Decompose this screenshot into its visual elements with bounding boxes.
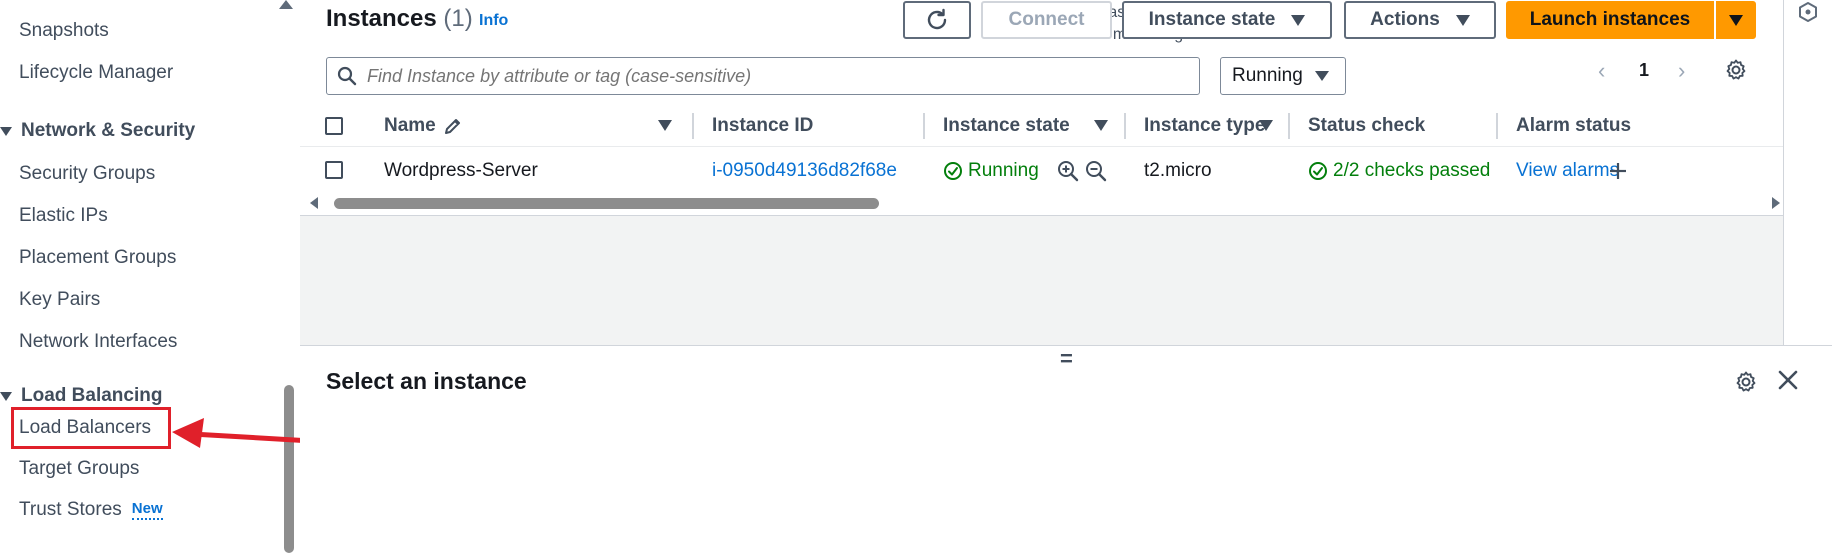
sort-indicator-icon[interactable]	[1094, 120, 1108, 131]
table-horizontal-scrollbar[interactable]	[310, 194, 1780, 212]
add-alarm-plus-icon[interactable]	[1609, 162, 1627, 180]
column-header-instance-type[interactable]: Instance type	[1144, 115, 1265, 137]
sidebar-item-security-groups[interactable]: Security Groups	[19, 163, 155, 185]
success-check-icon	[944, 162, 962, 180]
content-divider	[1783, 0, 1784, 345]
column-header-label: Name	[384, 115, 436, 136]
select-all-checkbox[interactable]	[325, 117, 343, 135]
panel-title: Select an instance	[326, 368, 527, 394]
caret-down-icon	[0, 126, 12, 136]
panel-resize-handle[interactable]: =	[1060, 348, 1073, 370]
instance-state-filter[interactable]: Running	[1220, 57, 1346, 95]
info-link[interactable]: Info	[479, 12, 508, 30]
actions-dropdown[interactable]: Actions	[1344, 1, 1496, 39]
edit-pencil-icon	[444, 119, 460, 134]
column-resizer[interactable]	[1124, 113, 1126, 139]
page-title-text: Instances	[326, 5, 437, 32]
column-header-name[interactable]: Name	[384, 115, 464, 137]
sidebar-item-snapshots[interactable]: Snapshots	[19, 20, 109, 42]
connect-button[interactable]: Connect	[981, 1, 1112, 39]
caret-down-icon	[1291, 14, 1306, 26]
column-header-status-check[interactable]: Status check	[1308, 115, 1425, 137]
column-header-alarm-status[interactable]: Alarm status	[1516, 115, 1631, 137]
sidebar-item-placement-groups[interactable]: Placement Groups	[19, 247, 176, 269]
status-check-label: 2/2 checks passed	[1333, 160, 1491, 181]
sidebar-item-key-pairs[interactable]: Key Pairs	[19, 289, 100, 311]
gear-icon	[1726, 59, 1746, 80]
caret-down-icon	[1314, 71, 1329, 81]
instance-details-panel: = Select an instance	[300, 345, 1832, 553]
refresh-icon	[927, 8, 947, 30]
cell-instance-state: Running	[943, 160, 1039, 182]
sidebar-section-network-security[interactable]: Network & Security	[0, 120, 195, 142]
horizontal-scrollbar-thumb[interactable]	[334, 198, 879, 209]
table-row[interactable]: Wordpress-Server i-0950d49136d82f68e Run…	[300, 148, 1783, 192]
column-resizer[interactable]	[692, 113, 694, 139]
sidebar-section-label: Load Balancing	[21, 385, 163, 406]
caret-down-icon	[1455, 14, 1470, 26]
search-field[interactable]	[326, 57, 1200, 95]
sidebar: Snapshots Lifecycle Manager Network & Se…	[0, 0, 300, 553]
launch-instances-dropdown[interactable]	[1716, 1, 1756, 39]
sidebar-item-label: Trust Stores	[19, 499, 122, 520]
table-preferences-button[interactable]	[1724, 58, 1748, 87]
sidebar-item-trust-stores[interactable]: Trust Stores New	[19, 499, 163, 521]
sidebar-item-lifecycle-manager[interactable]: Lifecycle Manager	[19, 62, 173, 84]
sort-indicator-icon[interactable]	[1259, 120, 1273, 131]
column-header-instance-state[interactable]: Instance state	[943, 115, 1070, 137]
caret-down-icon	[1729, 14, 1743, 26]
cell-name: Wordpress-Server	[384, 160, 538, 181]
cell-status-check: 2/2 checks passed	[1308, 160, 1490, 182]
search-input[interactable]	[367, 65, 1187, 87]
zoom-out-icon[interactable]	[1085, 160, 1107, 182]
cell-instance-type: t2.micro	[1144, 160, 1212, 181]
state-label: Running	[968, 160, 1039, 181]
close-icon	[1778, 370, 1798, 390]
scroll-up-arrow-icon[interactable]	[279, 0, 293, 9]
instance-count: (1)	[443, 5, 473, 32]
scroll-right-arrow-icon[interactable]	[1772, 197, 1780, 209]
table-empty-area	[300, 215, 1783, 345]
page-title: Instances (1)	[326, 5, 473, 33]
sidebar-section-label: Network & Security	[21, 120, 196, 141]
panel-preferences-button[interactable]	[1734, 370, 1758, 399]
instance-state-label: Instance state	[1148, 9, 1276, 30]
sort-indicator-icon[interactable]	[658, 120, 672, 131]
refresh-button[interactable]	[903, 1, 971, 39]
zoom-in-icon[interactable]	[1057, 160, 1079, 182]
help-panel-icon[interactable]	[1797, 1, 1819, 25]
current-page-number[interactable]: 1	[1639, 60, 1649, 81]
sidebar-item-target-groups[interactable]: Target Groups	[19, 458, 139, 480]
launch-instances-button[interactable]: Launch instances	[1506, 1, 1714, 39]
new-badge: New	[131, 500, 163, 520]
view-alarms-link[interactable]: View alarms	[1516, 160, 1619, 182]
success-check-icon	[1309, 162, 1327, 180]
gear-icon	[1736, 371, 1756, 392]
column-resizer[interactable]	[923, 113, 925, 139]
column-resizer[interactable]	[1288, 113, 1290, 139]
next-page-button[interactable]: ›	[1678, 58, 1685, 84]
cell-instance-id-link[interactable]: i-0950d49136d82f68e	[712, 160, 897, 182]
instance-state-dropdown[interactable]: Instance state	[1122, 1, 1332, 39]
caret-down-icon	[0, 391, 12, 401]
search-icon	[337, 66, 357, 86]
filter-selected-value: Running	[1232, 65, 1303, 86]
table-header: Name Instance ID Instance state Instance…	[300, 105, 1783, 147]
actions-label: Actions	[1370, 9, 1440, 30]
column-resizer[interactable]	[1496, 113, 1498, 139]
row-checkbox[interactable]	[325, 161, 343, 179]
sidebar-item-elastic-ips[interactable]: Elastic IPs	[19, 205, 108, 227]
panel-close-button[interactable]	[1776, 368, 1800, 397]
previous-page-button[interactable]: ‹	[1598, 58, 1605, 84]
sidebar-item-network-interfaces[interactable]: Network Interfaces	[19, 331, 177, 353]
scroll-left-arrow-icon[interactable]	[310, 197, 318, 209]
column-header-instance-id[interactable]: Instance ID	[712, 115, 813, 137]
annotation-highlight-box	[11, 407, 171, 449]
sidebar-section-load-balancing[interactable]: Load Balancing	[0, 385, 162, 407]
